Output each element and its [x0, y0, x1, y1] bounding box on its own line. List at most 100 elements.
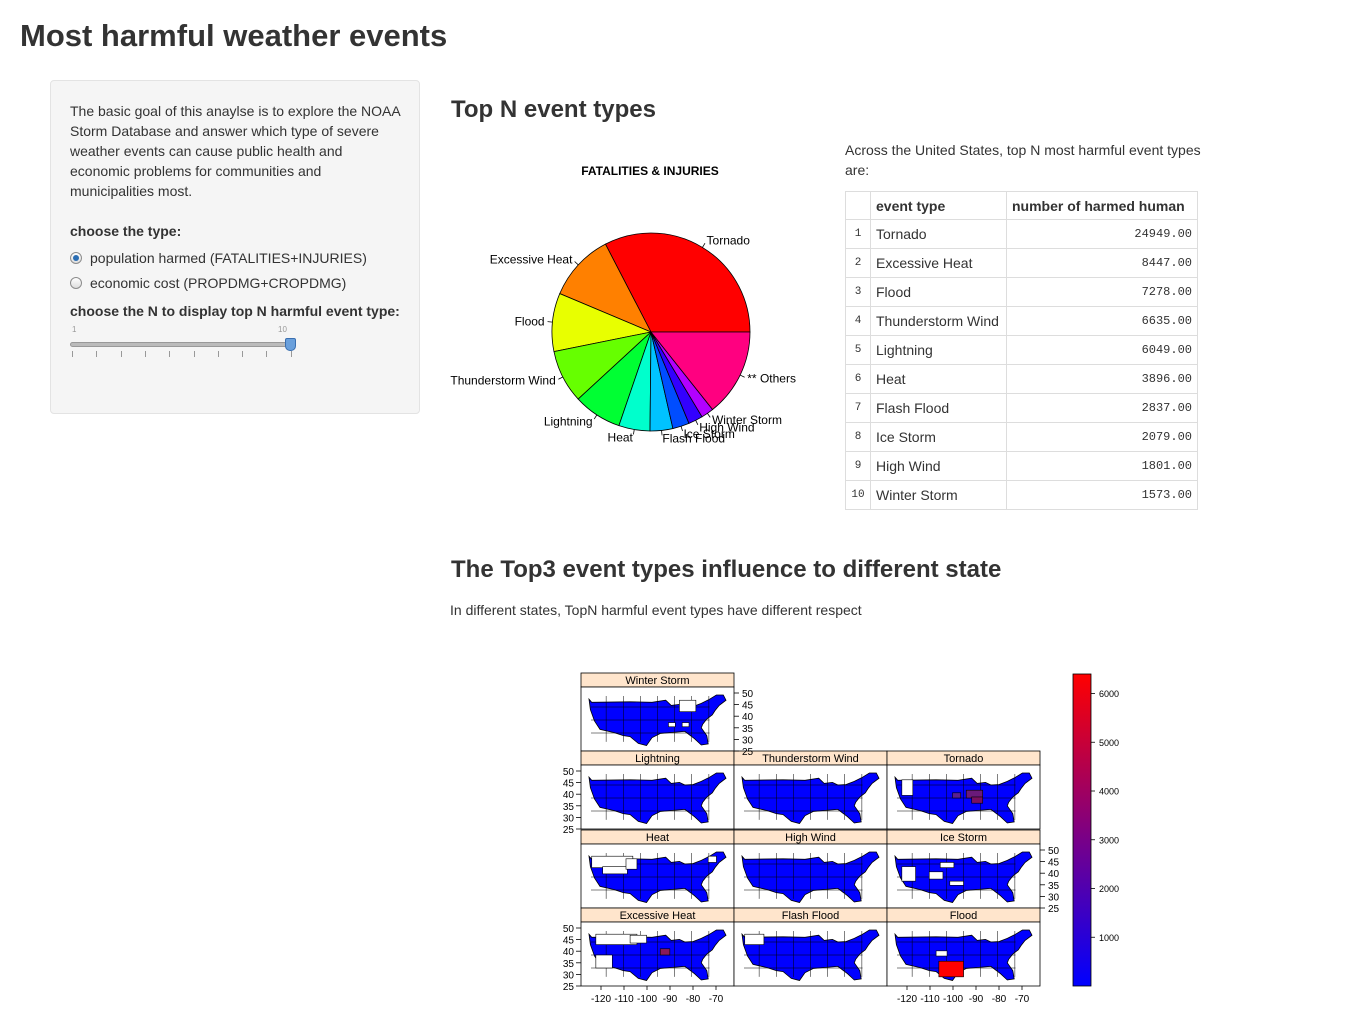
colorbar-tick-label: 3000 — [1099, 835, 1119, 845]
slider-tick — [169, 351, 171, 357]
state-cell — [707, 855, 717, 863]
map-panel: Flood — [886, 907, 1041, 987]
axis-tick-label: 40 — [563, 790, 575, 801]
table-cell-harmed: 7278.00 — [1006, 277, 1198, 307]
map-panel: Heat — [580, 829, 735, 909]
state-cell — [901, 866, 916, 882]
axis-tick-label: 25 — [742, 747, 754, 758]
table-row: 10 Winter Storm 1573.00 — [845, 480, 1198, 510]
table-row: 2 Excessive Heat 8447.00 — [845, 248, 1198, 278]
axis-tick-label: 30 — [1048, 892, 1060, 903]
axis-tick-label: 50 — [1048, 846, 1060, 857]
axis-tick-label: 25 — [563, 982, 575, 993]
pie-label-leader — [695, 420, 699, 425]
map-panel: Tornado — [886, 750, 1041, 830]
page-title: Most harmful weather events — [20, 18, 448, 53]
slider-tick — [144, 351, 146, 357]
table-header-event-type: event type — [870, 191, 1007, 220]
table-cell-event-type: Ice Storm — [870, 422, 1007, 452]
axis-tick-label: 25 — [1048, 904, 1060, 915]
pie-slice-label: Flood — [515, 314, 545, 328]
axis-tick-label: -110 — [920, 994, 940, 1005]
top-n-slider[interactable]: 1 10 — [70, 325, 400, 365]
axis-tick-label: -80 — [686, 994, 701, 1005]
map-panel: High Wind — [733, 829, 888, 909]
table-cell-event-type: Flood — [870, 277, 1007, 307]
pie-slice-label: ** Others — [747, 372, 796, 386]
slider-ticks — [70, 351, 292, 359]
table-cell-index: 8 — [845, 422, 871, 452]
state-map-lattice-chart: Winter Storm Lightning Thunderstorm Wind To… — [545, 660, 1135, 1020]
pie-slice-label: Tornado — [707, 234, 751, 248]
axis-tick-label: 35 — [563, 802, 575, 813]
table-cell-event-type: High Wind — [870, 451, 1007, 481]
influence-heading: The Top3 event types influence to differ… — [451, 556, 1002, 583]
radio-unselected-icon[interactable] — [70, 276, 82, 289]
axis-tick-label: 40 — [1048, 869, 1060, 880]
axis-tick-label: -110 — [614, 994, 634, 1005]
table-row: 9 High Wind 1801.00 — [845, 451, 1198, 481]
state-cell — [602, 866, 628, 875]
table-cell-index: 9 — [845, 451, 871, 481]
table-header-index — [845, 191, 871, 220]
slider-tick — [217, 351, 219, 357]
axis-tick-label: 45 — [563, 936, 575, 947]
state-cell — [935, 950, 948, 957]
table-row: 8 Ice Storm 2079.00 — [845, 422, 1198, 452]
state-cell — [681, 722, 690, 728]
state-cell — [629, 934, 647, 944]
pie-label-leader — [702, 242, 706, 248]
state-cell — [679, 699, 697, 712]
table-cell-harmed: 1801.00 — [1006, 451, 1198, 481]
table-cell-harmed: 1573.00 — [1006, 480, 1198, 510]
table-cell-event-type: Lightning — [870, 335, 1007, 365]
axis-tick-label: -80 — [992, 994, 1007, 1005]
table-cell-event-type: Flash Flood — [870, 393, 1007, 423]
slider-handle[interactable] — [285, 338, 296, 351]
panel-title: Thunderstorm Wind — [762, 753, 859, 765]
map-panel: Winter Storm — [580, 672, 735, 752]
table-cell-harmed: 2079.00 — [1006, 422, 1198, 452]
pie-slice-label: Heat — [608, 430, 634, 444]
table-row: 5 Lightning 6049.00 — [845, 335, 1198, 365]
axis-tick-label: 35 — [563, 959, 575, 970]
radio-label: population harmed (FATALITIES+INJURIES) — [90, 249, 367, 266]
map-panel: Thunderstorm Wind — [733, 750, 888, 830]
pie-label-leader — [558, 376, 563, 380]
state-cell — [938, 960, 964, 978]
colorbar-tick-label: 2000 — [1099, 884, 1119, 894]
radio-population-harmed[interactable]: population harmed (FATALITIES+INJURIES) — [70, 245, 400, 270]
slider-track[interactable] — [70, 342, 292, 347]
axis-tick-label: -100 — [637, 994, 657, 1005]
table-cell-index: 4 — [845, 306, 871, 336]
axis-tick-label: 45 — [742, 701, 754, 712]
colorbar-tick-label: 5000 — [1099, 738, 1119, 748]
colorbar-tick-label: 4000 — [1099, 787, 1119, 797]
table-row: 3 Flood 7278.00 — [845, 277, 1198, 307]
axis-tick-label: 45 — [563, 779, 575, 790]
state-cell — [939, 862, 955, 868]
axis-tick-label: -90 — [663, 994, 678, 1005]
panel-title: Excessive Heat — [620, 910, 696, 922]
axis-tick-label: -120 — [591, 994, 611, 1005]
state-cell — [659, 948, 671, 956]
table-cell-index: 3 — [845, 277, 871, 307]
colorbar-tick-label: 6000 — [1099, 689, 1119, 699]
table-cell-index: 6 — [845, 364, 871, 394]
axis-tick-label: 40 — [563, 947, 575, 958]
state-cell — [625, 858, 638, 870]
pie-title: FATALITIES & INJURIES — [581, 164, 719, 178]
table-cell-harmed: 2837.00 — [1006, 393, 1198, 423]
radio-economic-cost[interactable]: economic cost (PROPDMG+CROPDMG) — [70, 270, 400, 295]
axis-tick-label: -90 — [969, 994, 984, 1005]
table-row: 7 Flash Flood 2837.00 — [845, 393, 1198, 423]
axis-tick-label: 40 — [742, 712, 754, 723]
intro-text: The basic goal of this anaylse is to exp… — [70, 103, 400, 199]
panel-title: Flood — [950, 910, 978, 922]
radio-selected-icon[interactable] — [70, 251, 82, 264]
axis-tick-label: -100 — [943, 994, 963, 1005]
slider-tick — [242, 351, 244, 357]
pie-slice-label: Winter Storm — [712, 413, 782, 427]
table-cell-harmed: 6049.00 — [1006, 335, 1198, 365]
axis-tick-label: -70 — [1015, 994, 1030, 1005]
